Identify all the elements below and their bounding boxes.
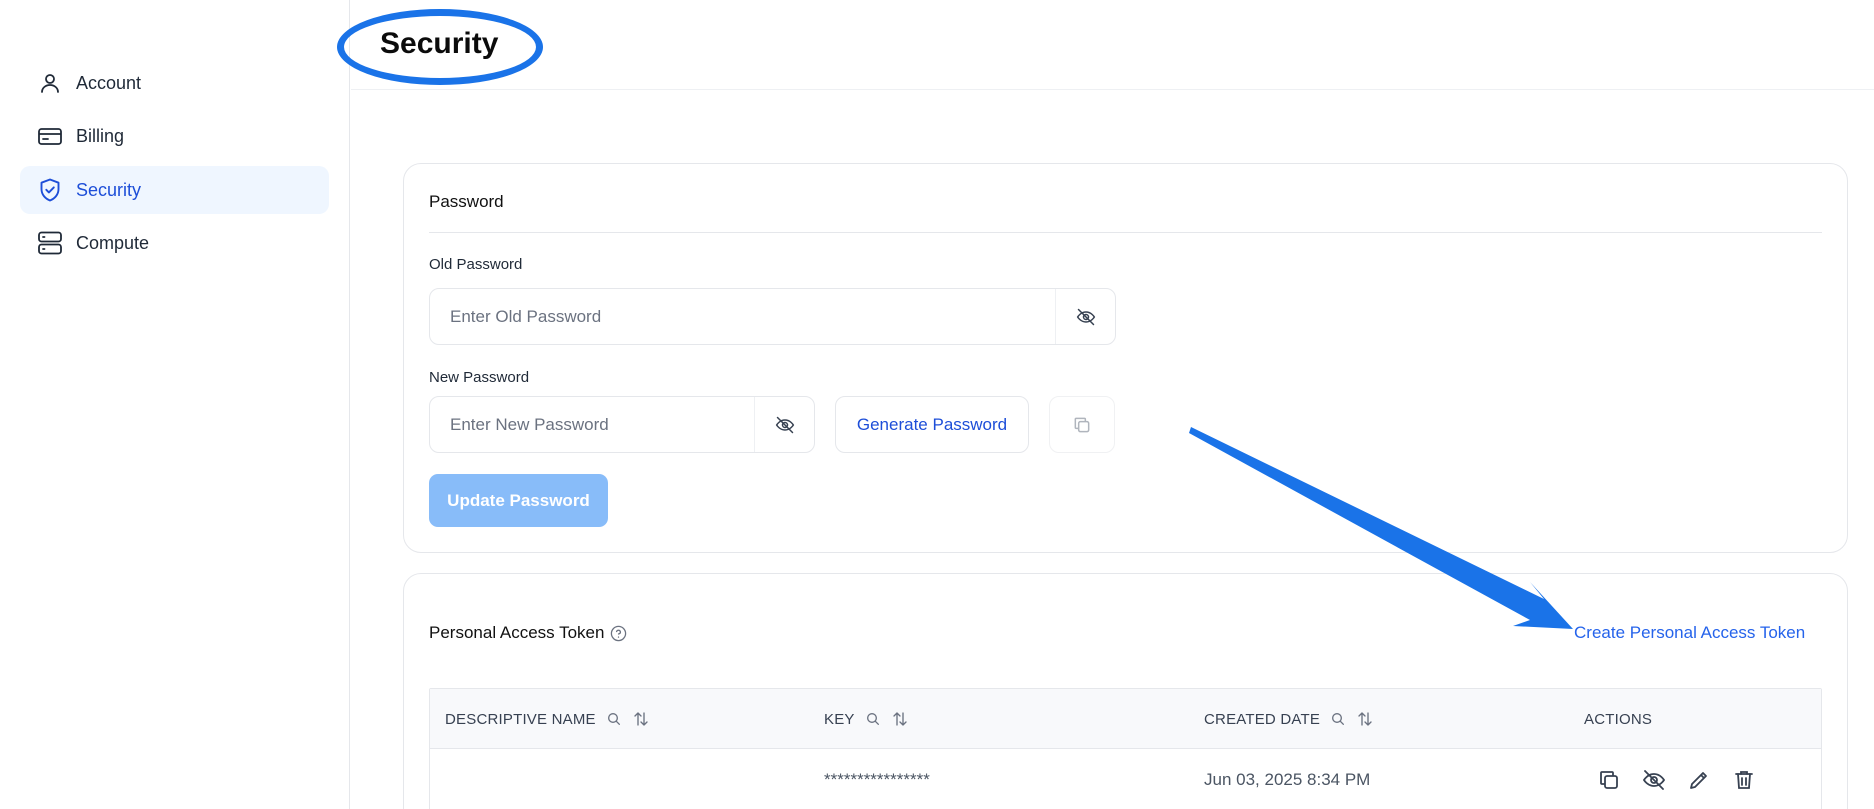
sidebar-item-label: Account	[76, 72, 142, 93]
eye-off-icon[interactable]	[1640, 766, 1668, 794]
old-password-field	[429, 288, 1116, 345]
cell-created-date: Jun 03, 2025 8:34 PM	[1204, 770, 1371, 789]
search-icon[interactable]	[606, 711, 622, 727]
column-label: KEY	[824, 710, 855, 728]
sidebar-item-account[interactable]: Account	[20, 59, 329, 107]
divider	[429, 232, 1822, 233]
eye-off-icon[interactable]	[754, 397, 814, 452]
column-header-key: KEY	[824, 689, 909, 749]
copy-icon[interactable]	[1595, 766, 1623, 794]
sort-icon[interactable]	[632, 710, 650, 728]
copy-password-button[interactable]	[1049, 396, 1115, 453]
column-label: CREATED DATE	[1204, 710, 1321, 728]
server-icon	[36, 229, 64, 257]
new-password-label: New Password	[429, 369, 530, 386]
password-card	[403, 163, 1848, 553]
sidebar-item-label: Compute	[76, 232, 150, 253]
table-header: DESCRIPTIVE NAME KEY CREATED DATE ACTION…	[430, 689, 1821, 749]
search-icon[interactable]	[1330, 711, 1346, 727]
table-row: **************** Jun 03, 2025 8:34 PM	[430, 750, 1821, 809]
old-password-input[interactable]	[430, 289, 1055, 344]
sidebar-item-billing[interactable]: Billing	[20, 112, 329, 160]
new-password-input[interactable]	[430, 397, 754, 452]
column-header-actions: ACTIONS	[1584, 689, 1652, 749]
sidebar-item-security[interactable]: Security	[20, 166, 329, 214]
new-password-field	[429, 396, 815, 453]
column-label: ACTIONS	[1584, 710, 1653, 728]
token-table: DESCRIPTIVE NAME KEY CREATED DATE ACTION…	[429, 688, 1822, 809]
pencil-icon[interactable]	[1685, 766, 1713, 794]
sidebar: Account Billing Security Compute	[0, 0, 350, 809]
token-section-title: Personal Access Token	[429, 623, 605, 642]
column-label: DESCRIPTIVE NAME	[445, 710, 596, 728]
token-section-header: Personal Access Token	[429, 623, 627, 643]
sort-icon[interactable]	[891, 710, 909, 728]
password-section-title: Password	[429, 192, 504, 211]
page-header	[351, 0, 1874, 90]
generate-password-button[interactable]: Generate Password	[835, 396, 1029, 453]
column-header-created-date: CREATED DATE	[1204, 689, 1374, 749]
column-header-name: DESCRIPTIVE NAME	[445, 689, 650, 749]
trash-icon[interactable]	[1730, 766, 1758, 794]
help-circle-icon[interactable]	[610, 625, 627, 642]
sidebar-item-label: Billing	[76, 125, 125, 146]
sort-icon[interactable]	[1356, 710, 1374, 728]
shield-check-icon	[36, 176, 64, 204]
credit-card-icon	[36, 122, 64, 150]
copy-icon	[1072, 415, 1092, 435]
eye-off-icon[interactable]	[1055, 289, 1115, 344]
annotation-ellipse	[337, 9, 543, 85]
cell-key: ****************	[824, 770, 930, 789]
old-password-label: Old Password	[429, 256, 523, 273]
user-icon	[36, 69, 64, 97]
search-icon[interactable]	[865, 711, 881, 727]
sidebar-item-compute[interactable]: Compute	[20, 219, 329, 267]
sidebar-item-label: Security	[76, 179, 142, 200]
create-token-link[interactable]: Create Personal Access Token	[1574, 623, 1805, 643]
update-password-button[interactable]: Update Password	[429, 474, 608, 527]
cell-actions	[1595, 750, 1775, 809]
